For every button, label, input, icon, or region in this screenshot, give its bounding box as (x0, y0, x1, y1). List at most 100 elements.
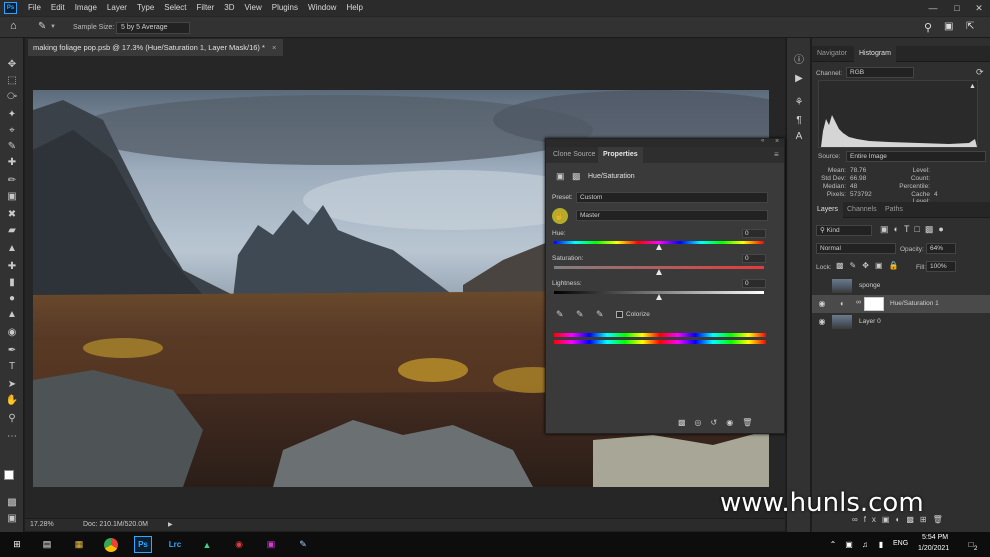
menu-3d[interactable]: 3D (219, 0, 239, 16)
info-icon[interactable]: ⓘ (791, 54, 807, 68)
layer-name[interactable]: Hue/Saturation 1 (890, 295, 939, 313)
layer-name[interactable]: Layer 0 (859, 313, 881, 331)
lightness-field[interactable]: 0 (742, 279, 766, 288)
photoshop-taskbar-icon[interactable]: Ps (134, 536, 152, 553)
dodge-tool-icon[interactable]: ◉ (4, 326, 20, 340)
clone-stamp-icon[interactable]: ▣ (4, 190, 20, 204)
layer-row-selected[interactable]: ◉ ◐ ∞ Hue/Saturation 1 (812, 295, 990, 313)
menu-view[interactable]: View (240, 0, 267, 16)
preset-select[interactable]: Custom (576, 192, 768, 203)
windows-start-icon[interactable]: ⊞ (8, 536, 26, 553)
search-icon[interactable]: ⚲ (924, 21, 932, 34)
clock-date[interactable]: 1/20/2021 (918, 545, 949, 552)
blur-tool-icon[interactable]: ● (4, 292, 20, 306)
opacity-field[interactable]: 64% (926, 243, 956, 254)
crop-tool-icon[interactable]: ⌖ (4, 124, 20, 138)
quick-select-tool-icon[interactable]: ✦ (4, 108, 20, 122)
eyedropper-plus-icon[interactable]: ✎ (576, 309, 584, 320)
pen-tool-icon[interactable]: ✒ (4, 344, 20, 358)
share-icon[interactable]: ⇱ (966, 21, 974, 32)
visibility-off-icon[interactable] (817, 281, 827, 291)
menu-file[interactable]: File (23, 0, 46, 16)
zoom-level[interactable]: 17.28% (30, 519, 54, 531)
channel-select[interactable]: RGB (846, 67, 914, 78)
brush-tool-icon[interactable]: ✏ (4, 174, 20, 188)
eye-icon[interactable]: ◉ (817, 317, 827, 327)
menu-filter[interactable]: Filter (192, 0, 220, 16)
status-arrow-icon[interactable]: ▶ (168, 519, 173, 531)
fill-field[interactable]: 100% (926, 261, 956, 272)
refresh-icon[interactable]: ⟳ (976, 67, 984, 78)
layer-filter-icons[interactable]: ▣◐T□▩● (880, 224, 949, 235)
clock-time[interactable]: 5:54 PM (922, 534, 948, 541)
foreground-color-swatch[interactable] (4, 470, 14, 480)
zoom-tool-icon[interactable]: ⚲ (4, 412, 20, 426)
hand-tool-icon[interactable]: ✋ (4, 394, 20, 408)
recorder-icon[interactable]: ◉ (230, 536, 248, 553)
battery-icon[interactable]: ▮ (872, 536, 890, 553)
mask-icon[interactable]: ▩ (572, 171, 581, 182)
range-select[interactable]: Master (576, 210, 768, 221)
on-image-adjust-tool-icon[interactable]: ✋ (552, 208, 568, 224)
menu-edit[interactable]: Edit (46, 0, 70, 16)
saturation-slider-knob[interactable] (656, 269, 662, 275)
layer-row[interactable]: ◉ Layer 0 (812, 313, 990, 331)
tab-navigator[interactable]: Navigator (812, 46, 852, 62)
chevron-down-icon[interactable]: ▼ (50, 24, 56, 30)
tab-paths[interactable]: Paths (880, 202, 908, 218)
smudge-tool-icon[interactable]: ✚ (4, 260, 20, 274)
blend-mode-select[interactable]: Normal (816, 243, 896, 254)
move-tool-icon[interactable]: ✥ (4, 58, 20, 72)
chrome-icon[interactable] (102, 536, 120, 553)
menu-window[interactable]: Window (303, 0, 341, 16)
layer-mask-thumbnail[interactable] (864, 297, 884, 311)
adjustments-icon[interactable]: ⚘ (791, 96, 807, 110)
eyedropper-tool-icon[interactable]: ✎ (38, 21, 46, 32)
actions-play-icon[interactable]: ▶ (791, 72, 807, 86)
hue-slider-knob[interactable] (656, 244, 662, 250)
task-view-icon[interactable]: ▤ (38, 536, 56, 553)
layer-filter-select[interactable]: ⚲ Kind (816, 225, 872, 236)
file-explorer-icon[interactable]: ▦ (70, 536, 88, 553)
saturation-field[interactable]: 0 (742, 254, 766, 263)
tab-layers[interactable]: Layers (812, 202, 844, 218)
sharpen-tool-icon[interactable]: ▲ (4, 308, 20, 322)
close-icon[interactable]: × (775, 138, 779, 145)
quick-mask-icon[interactable]: ▩ (4, 496, 20, 510)
close-tab-icon[interactable]: × (272, 39, 276, 56)
more-tools-icon[interactable]: ⋯ (4, 430, 20, 444)
paragraph-icon[interactable]: ¶ (791, 114, 807, 128)
menu-plugins[interactable]: Plugins (267, 0, 303, 16)
menu-type[interactable]: Type (132, 0, 159, 16)
marquee-tool-icon[interactable]: ⬚ (4, 74, 20, 88)
lock-icons[interactable]: ▩✎✥▣🔒 (836, 261, 904, 270)
screen-mode-icon[interactable]: ▣ (4, 512, 20, 526)
home-icon[interactable]: ⌂ (10, 20, 17, 32)
tab-clone-source[interactable]: Clone Source (548, 147, 600, 163)
type-tool-icon[interactable]: T (4, 360, 20, 374)
close-icon[interactable]: ✕ (968, 0, 990, 16)
eyedropper-icon[interactable]: ✎ (556, 309, 564, 320)
menu-help[interactable]: Help (341, 0, 367, 16)
eraser-tool-icon[interactable]: ▰ (4, 224, 20, 238)
properties-title-strip[interactable]: « × (546, 138, 784, 147)
gradient-tool-icon[interactable]: ▮ (4, 276, 20, 290)
panel-menu-icon[interactable]: ≡ (774, 150, 779, 159)
lightness-slider-knob[interactable] (656, 294, 662, 300)
app-icon[interactable]: ▲ (198, 536, 216, 553)
menu-layer[interactable]: Layer (102, 0, 132, 16)
document-tab[interactable]: making foliage pop.psb @ 17.3% (Hue/Satu… (28, 39, 283, 56)
hue-field[interactable]: 0 (742, 229, 766, 238)
link-icon[interactable]: ∞ (856, 299, 861, 306)
lasso-tool-icon[interactable]: ⧂ (4, 90, 20, 104)
sample-size-select[interactable]: 5 by 5 Average (116, 22, 190, 34)
lightroom-taskbar-icon[interactable]: Lrc (166, 536, 184, 553)
menu-select[interactable]: Select (159, 0, 191, 16)
eyedropper-icon[interactable]: ✎ (4, 140, 20, 154)
language-indicator[interactable]: ENG (893, 540, 908, 547)
maximize-icon[interactable]: □ (946, 0, 968, 16)
collapse-icon[interactable]: « (761, 138, 764, 144)
colorize-checkbox[interactable] (616, 311, 623, 318)
minimize-icon[interactable]: — (922, 0, 944, 16)
menu-image[interactable]: Image (70, 0, 102, 16)
